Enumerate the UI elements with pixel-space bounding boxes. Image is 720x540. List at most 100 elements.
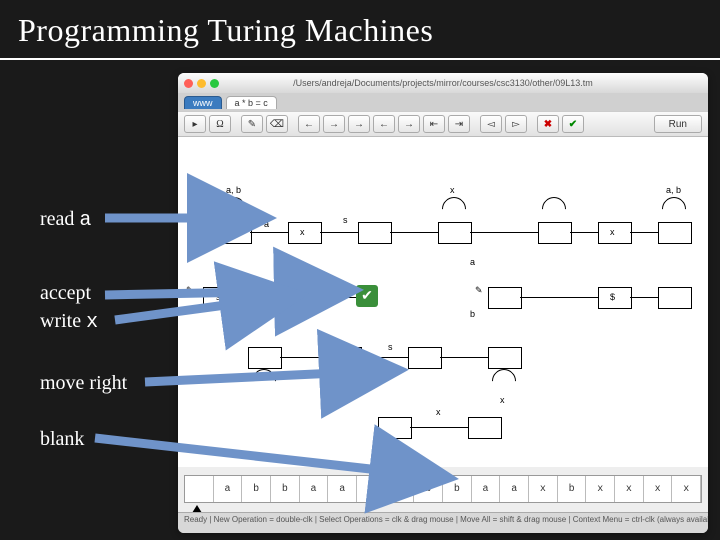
arrow-left-icon[interactable]: ← bbox=[373, 115, 395, 133]
state-node[interactable] bbox=[378, 417, 412, 439]
edge bbox=[410, 427, 468, 428]
state-node[interactable] bbox=[488, 347, 522, 369]
state-node[interactable] bbox=[438, 222, 472, 244]
tab-www[interactable]: www bbox=[184, 96, 222, 109]
edge bbox=[360, 357, 408, 358]
titlebar: /Users/andreja/Documents/projects/mirror… bbox=[178, 73, 708, 93]
tape-cell[interactable]: a bbox=[328, 476, 357, 502]
tape-cell[interactable]: b bbox=[558, 476, 587, 502]
state-node[interactable] bbox=[468, 417, 502, 439]
ff-icon[interactable]: ⇥ bbox=[448, 115, 470, 133]
arrow-right-icon[interactable]: → bbox=[398, 115, 420, 133]
tape-cell[interactable]: a bbox=[500, 476, 529, 502]
scribble-tool-button[interactable]: ✎ bbox=[241, 115, 263, 133]
label-accept: accept bbox=[40, 282, 91, 305]
self-loop bbox=[217, 192, 251, 226]
self-loop bbox=[437, 192, 471, 226]
tape-cell[interactable]: x bbox=[672, 476, 701, 502]
state-node[interactable] bbox=[288, 222, 322, 244]
edge bbox=[390, 232, 438, 233]
state-node[interactable] bbox=[598, 222, 632, 244]
label-move: move right bbox=[40, 372, 127, 395]
tape-cell[interactable]: x bbox=[586, 476, 615, 502]
state-node[interactable] bbox=[408, 347, 442, 369]
tape-cell[interactable]: a bbox=[214, 476, 243, 502]
slide: Programming Turing Machines read a accep… bbox=[0, 0, 720, 540]
state-node[interactable] bbox=[488, 287, 522, 309]
edge-label: x bbox=[450, 185, 455, 195]
self-loop bbox=[537, 192, 571, 226]
edge bbox=[250, 232, 288, 233]
edge-label: s bbox=[216, 292, 221, 302]
tape-cell[interactable]: x bbox=[615, 476, 644, 502]
arrow-right-icon[interactable]: → bbox=[348, 115, 370, 133]
state-node[interactable] bbox=[538, 222, 572, 244]
edge-label: x bbox=[500, 395, 505, 405]
halt-tool-button[interactable]: Ω bbox=[209, 115, 231, 133]
tape-cell[interactable]: x bbox=[644, 476, 673, 502]
diagram-canvas[interactable]: a, b x a s x x a, b s ✎ a ✔ ✎ bbox=[178, 137, 708, 467]
tape-cell[interactable]: $ bbox=[357, 476, 386, 502]
edge bbox=[280, 357, 328, 358]
cursor-tool-button[interactable]: ▸ bbox=[184, 115, 206, 133]
pencil-icon: ✎ bbox=[186, 285, 194, 296]
edge bbox=[440, 357, 488, 358]
tape-cell[interactable]: a bbox=[300, 476, 329, 502]
edge bbox=[630, 232, 658, 233]
run-button[interactable]: Run bbox=[654, 115, 702, 133]
window-path: /Users/andreja/Documents/projects/mirror… bbox=[178, 78, 708, 88]
accept-state[interactable]: ✔ bbox=[356, 285, 378, 307]
edge-label: x bbox=[436, 407, 441, 417]
state-read-a: a bbox=[300, 290, 305, 300]
state-node[interactable] bbox=[218, 222, 252, 244]
state-node[interactable] bbox=[358, 222, 392, 244]
edge bbox=[520, 297, 598, 298]
edge bbox=[320, 297, 356, 298]
state-node[interactable] bbox=[248, 347, 282, 369]
self-loop bbox=[327, 364, 361, 398]
edge bbox=[320, 232, 358, 233]
tape[interactable]: a b b a a $ a b b a a x b x x x x bbox=[184, 475, 702, 503]
state-node[interactable] bbox=[658, 222, 692, 244]
tab-bar: www a * b = c bbox=[178, 93, 708, 111]
tape-cell[interactable]: b bbox=[242, 476, 271, 502]
tape-cell[interactable] bbox=[185, 476, 214, 502]
tape-cell[interactable]: a bbox=[472, 476, 501, 502]
tab-file[interactable]: a * b = c bbox=[226, 96, 277, 109]
erase-tool-button[interactable]: ⌫ bbox=[266, 115, 288, 133]
edge bbox=[470, 232, 538, 233]
edge-label: x bbox=[300, 227, 305, 237]
rewind-icon[interactable]: ⇤ bbox=[423, 115, 445, 133]
check-button[interactable]: ✔ bbox=[562, 115, 584, 133]
edge-label: b bbox=[470, 309, 475, 319]
title-rule bbox=[0, 58, 720, 60]
state-read-a: a bbox=[264, 219, 269, 229]
edge-label: s bbox=[343, 215, 348, 225]
pencil-icon: ✎ bbox=[475, 285, 483, 296]
self-loop bbox=[247, 364, 281, 398]
step-fwd-button[interactable]: ▻ bbox=[505, 115, 527, 133]
status-bar: Ready | New Operation = double-clk | Sel… bbox=[178, 512, 708, 533]
tape-cell[interactable]: x bbox=[529, 476, 558, 502]
edge-label: a, b bbox=[666, 185, 681, 195]
edge-label: $ bbox=[610, 292, 615, 302]
step-back-button[interactable]: ◅ bbox=[480, 115, 502, 133]
tape-cell[interactable]: a bbox=[386, 476, 415, 502]
tape-cell[interactable]: b bbox=[443, 476, 472, 502]
arrow-left-icon[interactable]: ← bbox=[298, 115, 320, 133]
edge-label: a, b bbox=[328, 395, 343, 405]
arrow-right-icon[interactable]: → bbox=[323, 115, 345, 133]
label-read: read a bbox=[40, 208, 91, 232]
tape-cell[interactable]: b bbox=[414, 476, 443, 502]
state-node[interactable] bbox=[658, 287, 692, 309]
edge bbox=[570, 232, 598, 233]
state-node[interactable] bbox=[328, 347, 362, 369]
tape-cell[interactable]: b bbox=[271, 476, 300, 502]
label-blank: blank bbox=[40, 428, 84, 451]
toolbar: ▸ Ω ✎ ⌫ ← → → ← → ⇤ ⇥ ◅ ▻ ✖ ✔ Run bbox=[178, 111, 708, 137]
edge-label: x bbox=[610, 227, 615, 237]
delete-button[interactable]: ✖ bbox=[537, 115, 559, 133]
slide-title: Programming Turing Machines bbox=[18, 12, 433, 49]
self-loop bbox=[657, 192, 691, 226]
edge-label: a, b bbox=[226, 185, 241, 195]
